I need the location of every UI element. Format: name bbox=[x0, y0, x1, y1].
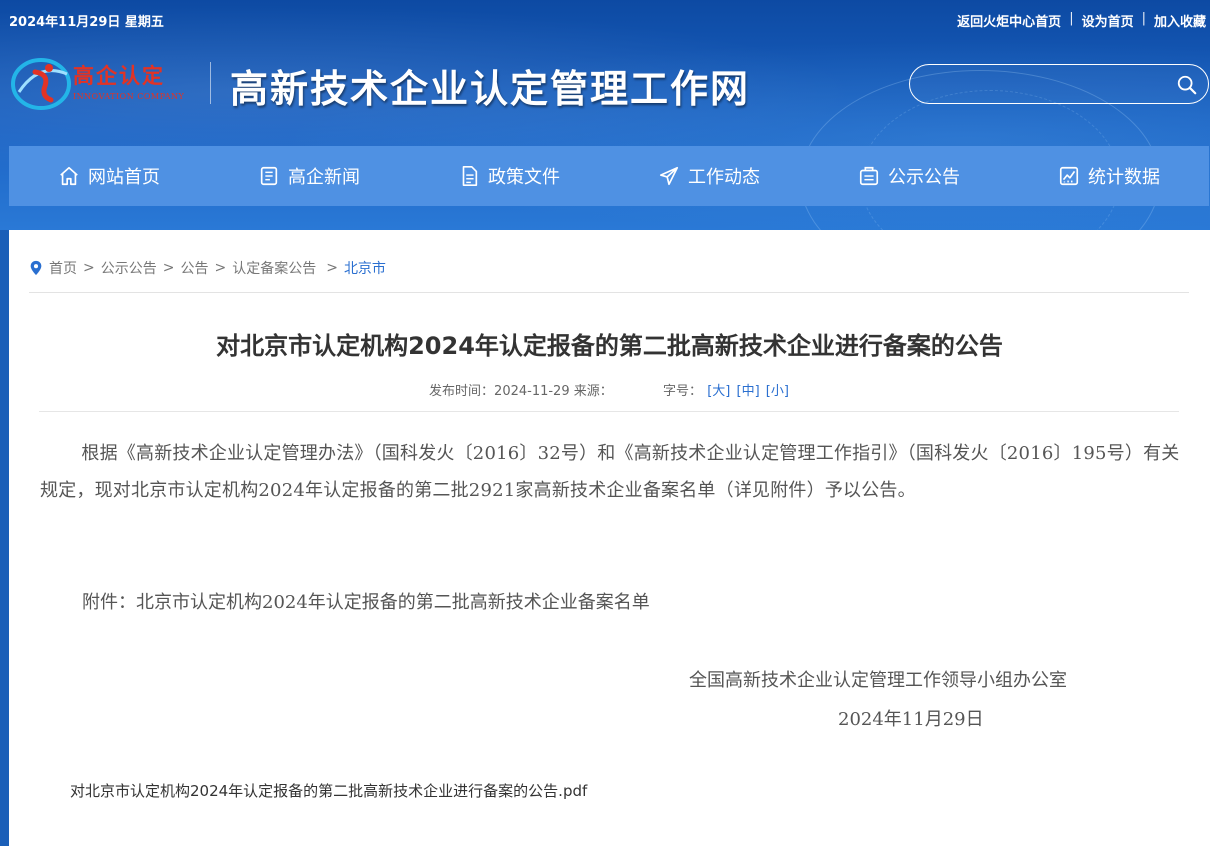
paper-plane-icon bbox=[659, 166, 679, 186]
breadcrumb-filing-announcement[interactable]: 认定备案公告 bbox=[232, 258, 316, 278]
breadcrumb-separator: > bbox=[214, 260, 227, 276]
nav-item-label: 政策文件 bbox=[488, 167, 560, 188]
nav-item-label: 统计数据 bbox=[1088, 167, 1160, 188]
nav-item-home[interactable]: 网站首页 bbox=[9, 146, 209, 206]
font-size-large[interactable]: [大] bbox=[707, 384, 730, 399]
chart-icon bbox=[1059, 166, 1079, 186]
nav-item-label: 公示公告 bbox=[888, 167, 960, 188]
link-separator: | bbox=[1141, 11, 1146, 26]
news-icon bbox=[260, 166, 278, 186]
home-icon bbox=[60, 166, 78, 186]
source-label: 来源： bbox=[573, 384, 613, 399]
nav-item-news[interactable]: 高企新闻 bbox=[209, 146, 409, 206]
font-size-small[interactable]: [小] bbox=[766, 384, 789, 399]
article-body: 根据《高新技术企业认定管理办法》（国科发火〔2016〕32号）和《高新技术企业认… bbox=[40, 443, 1180, 501]
notice-icon bbox=[859, 166, 879, 186]
publish-time: 发布时间：2024-11-29 bbox=[429, 384, 570, 399]
breadcrumb-separator: > bbox=[162, 260, 175, 276]
search-icon[interactable] bbox=[1176, 74, 1198, 96]
link-set-homepage[interactable]: 设为首页 bbox=[1082, 11, 1134, 30]
breadcrumb-current[interactable]: 北京市 bbox=[344, 258, 386, 278]
breadcrumb-home[interactable]: 首页 bbox=[49, 258, 77, 278]
divider bbox=[39, 411, 1179, 412]
main-nav: 网站首页 高企新闻 政策文件 工作动态 公示公告 统计数据 bbox=[9, 146, 1209, 206]
document-icon bbox=[462, 166, 478, 186]
breadcrumb-separator: > bbox=[326, 260, 338, 276]
top-links: 返回火炬中心首页 | 设为首页 | 加入收藏 bbox=[957, 11, 1206, 30]
logo-divider bbox=[210, 62, 211, 104]
article-meta: 发布时间：2024-11-29 来源： 字号： [大] [中] [小] bbox=[9, 380, 1210, 399]
pdf-attachment-link[interactable]: 对北京市认定机构2024年认定报备的第二批高新技术企业进行备案的公告.pdf bbox=[70, 780, 587, 801]
nav-item-policy[interactable]: 政策文件 bbox=[409, 146, 609, 206]
link-add-favorite[interactable]: 加入收藏 bbox=[1154, 11, 1206, 30]
signature-org: 全国高新技术企业认定管理工作领导小组办公室 bbox=[689, 670, 1067, 691]
font-size-label: 字号： bbox=[663, 384, 703, 399]
nav-item-label: 网站首页 bbox=[88, 167, 160, 188]
article-title: 对北京市认定机构2024年认定报备的第二批高新技术企业进行备案的公告 bbox=[216, 332, 1003, 360]
nav-item-label: 高企新闻 bbox=[288, 167, 360, 188]
current-date: 2024年11月29日 星期五 bbox=[9, 15, 164, 30]
logo-name: 高企认定 bbox=[73, 64, 165, 88]
location-pin-icon bbox=[30, 260, 42, 276]
breadcrumb-notices[interactable]: 公示公告 bbox=[101, 258, 157, 278]
nav-item-statistics[interactable]: 统计数据 bbox=[1009, 146, 1209, 206]
nav-item-notices[interactable]: 公示公告 bbox=[809, 146, 1009, 206]
logo-subtitle: INNOVATION COMPANY bbox=[73, 92, 185, 101]
attachment-line: 附件：北京市认定机构2024年认定报备的第二批高新技术企业备案名单 bbox=[82, 592, 650, 613]
top-bar: 2024年11月29日 星期五 返回火炬中心首页 | 设为首页 | 加入收藏 bbox=[0, 0, 1210, 40]
signature-date: 2024年11月29日 bbox=[838, 709, 984, 730]
breadcrumb: 首页 > 公示公告 > 公告 > 认定备案公告 > 北京市 bbox=[29, 258, 386, 278]
article-container: 首页 > 公示公告 > 公告 > 认定备案公告 > 北京市 对北京市认定机构20… bbox=[9, 230, 1210, 846]
divider bbox=[29, 292, 1189, 293]
nav-item-label: 工作动态 bbox=[688, 167, 760, 188]
search-box bbox=[909, 64, 1209, 104]
font-size-medium[interactable]: [中] bbox=[737, 384, 760, 399]
breadcrumb-announcement[interactable]: 公告 bbox=[180, 258, 208, 278]
nav-item-work-news[interactable]: 工作动态 bbox=[609, 146, 809, 206]
site-title: 高新技术企业认定管理工作网 bbox=[230, 66, 751, 111]
link-torch-center-home[interactable]: 返回火炬中心首页 bbox=[957, 11, 1061, 30]
link-separator: | bbox=[1069, 11, 1074, 26]
breadcrumb-separator: > bbox=[83, 260, 95, 276]
search-input[interactable] bbox=[926, 73, 1166, 95]
